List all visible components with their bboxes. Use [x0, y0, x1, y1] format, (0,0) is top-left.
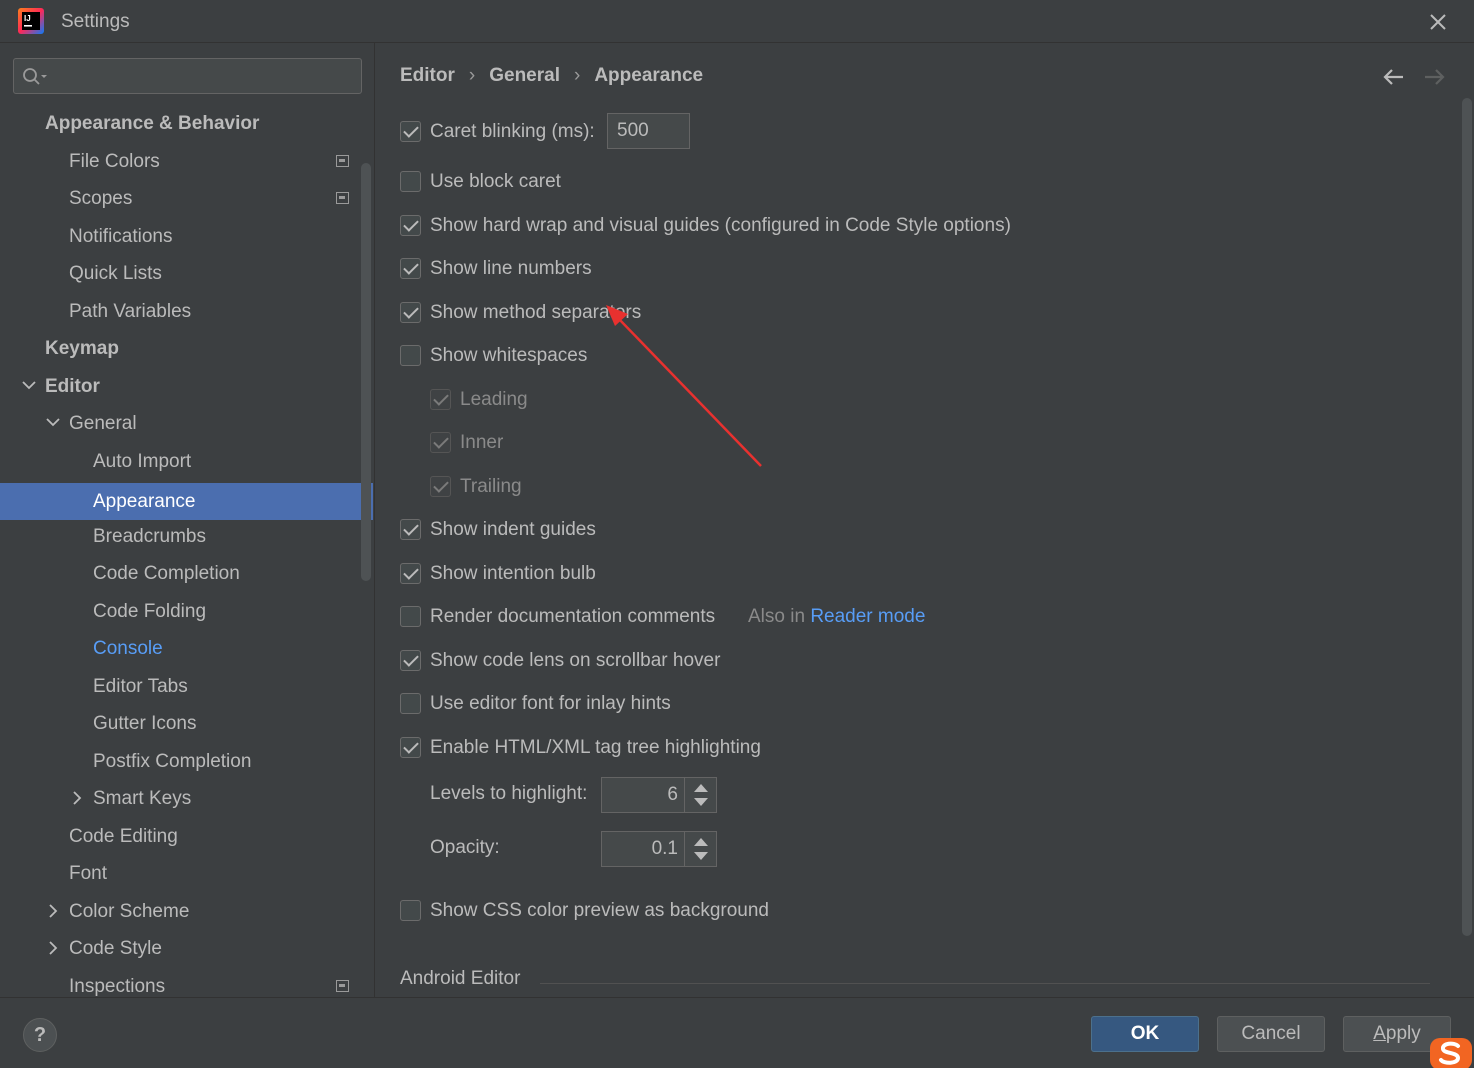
close-icon: [1430, 14, 1446, 30]
cancel-button[interactable]: Cancel: [1217, 1016, 1325, 1052]
ok-button[interactable]: OK: [1091, 1016, 1199, 1052]
code-lens-checkbox[interactable]: [400, 650, 421, 671]
sidebar-item-postfix-completion[interactable]: Postfix Completion: [0, 743, 360, 780]
sidebar-item-auto-import[interactable]: Auto Import: [0, 443, 360, 480]
sidebar-item-code-folding[interactable]: Code Folding: [0, 593, 360, 630]
search-input[interactable]: [54, 63, 354, 89]
levels-spinner-buttons[interactable]: [684, 778, 716, 812]
spinner-up-icon[interactable]: [694, 838, 708, 846]
settings-content: Editor › General › Appearance Caret blinking…: [375, 43, 1474, 997]
line-numbers-checkbox[interactable]: [400, 258, 421, 279]
breadcrumb: Editor › General › Appearance: [400, 65, 703, 93]
project-level-icon: [336, 192, 349, 204]
spinner-down-icon[interactable]: [694, 852, 708, 860]
levels-spinner[interactable]: 6: [601, 777, 717, 813]
settings-search[interactable]: [13, 58, 362, 94]
sidebar-item-appearance[interactable]: Appearance: [0, 483, 373, 520]
back-arrow-icon[interactable]: [1382, 65, 1406, 89]
sidebar-item-gutter-icons[interactable]: Gutter Icons: [0, 705, 360, 742]
spinner-up-icon[interactable]: [694, 784, 708, 792]
forward-arrow-icon[interactable]: [1422, 65, 1446, 89]
sidebar-item-scopes[interactable]: Scopes: [0, 180, 360, 217]
title-bar: IJ Settings: [0, 0, 1474, 43]
help-button[interactable]: ?: [23, 1018, 57, 1052]
project-level-icon: [336, 155, 349, 167]
svg-text:IJ: IJ: [24, 14, 31, 23]
sidebar-scrollbar[interactable]: [361, 163, 371, 581]
sidebar-item-appearance-behavior[interactable]: Appearance & Behavior: [0, 105, 360, 142]
content-scrollbar[interactable]: [1462, 98, 1472, 936]
search-icon: [23, 68, 47, 85]
opacity-value[interactable]: 0.1: [602, 832, 678, 866]
spinner-down-icon[interactable]: [694, 798, 708, 806]
intellij-logo-icon: IJ: [18, 8, 44, 34]
css-preview-checkbox[interactable]: [400, 900, 421, 921]
breadcrumb-separator: ›: [573, 65, 581, 86]
sidebar-item-code-completion[interactable]: Code Completion: [0, 555, 360, 592]
sidebar-item-file-colors[interactable]: File Colors: [0, 143, 360, 180]
close-window-button[interactable]: [1426, 10, 1450, 34]
render-docs-checkbox[interactable]: [400, 606, 421, 627]
breadcrumb-editor[interactable]: Editor: [400, 65, 455, 87]
sidebar-item-general[interactable]: General: [0, 405, 360, 442]
settings-sidebar: Appearance & Behavior File Colors Scopes…: [0, 43, 374, 997]
sidebar-item-code-style[interactable]: Code Style: [0, 930, 360, 967]
trailing-checkbox: [430, 476, 451, 497]
leading-checkbox: [430, 389, 451, 410]
sidebar-item-notifications[interactable]: Notifications: [0, 218, 360, 255]
use-block-caret-checkbox[interactable]: [400, 171, 421, 192]
caret-blinking-checkbox[interactable]: [400, 121, 421, 142]
inner-checkbox: [430, 432, 451, 453]
sidebar-item-console[interactable]: Console: [0, 630, 360, 667]
window-title: Settings: [61, 11, 130, 32]
caret-blinking-input[interactable]: 500: [607, 113, 690, 149]
breadcrumb-general[interactable]: General: [489, 65, 560, 87]
editor-font-inlay-checkbox[interactable]: [400, 693, 421, 714]
opacity-spinner-buttons[interactable]: [684, 832, 716, 866]
sidebar-item-editor-tabs[interactable]: Editor Tabs: [0, 668, 360, 705]
opacity-label: Opacity:: [430, 837, 500, 858]
breadcrumb-separator: ›: [468, 65, 476, 86]
intention-bulb-checkbox[interactable]: [400, 563, 421, 584]
sidebar-item-inspections[interactable]: Inspections: [0, 968, 360, 997]
tag-tree-checkbox[interactable]: [400, 737, 421, 758]
sidebar-item-color-scheme[interactable]: Color Scheme: [0, 893, 360, 930]
sidebar-item-path-variables[interactable]: Path Variables: [0, 293, 360, 330]
levels-label: Levels to highlight:: [430, 783, 588, 804]
chevron-down-icon[interactable]: [45, 405, 61, 442]
chevron-right-icon[interactable]: [45, 930, 61, 967]
sidebar-item-breadcrumbs[interactable]: Breadcrumbs: [0, 518, 360, 555]
indent-guides-checkbox[interactable]: [400, 519, 421, 540]
project-level-icon: [336, 980, 349, 992]
sidebar-item-editor[interactable]: Editor: [0, 368, 360, 405]
levels-value[interactable]: 6: [602, 778, 678, 812]
reader-mode-hint: Also in Reader mode: [748, 606, 926, 627]
hard-wrap-checkbox[interactable]: [400, 215, 421, 236]
chevron-right-icon[interactable]: [45, 893, 61, 930]
sidebar-item-font[interactable]: Font: [0, 855, 360, 892]
reader-mode-link[interactable]: Reader mode: [810, 606, 925, 627]
opacity-spinner[interactable]: 0.1: [601, 831, 717, 867]
sidebar-item-keymap[interactable]: Keymap: [0, 330, 360, 367]
sidebar-item-smart-keys[interactable]: Smart Keys: [0, 780, 360, 817]
dialog-footer: ? OK Cancel Apply: [0, 997, 1474, 1068]
chevron-down-icon[interactable]: [21, 368, 37, 405]
android-editor-section-title: Android Editor: [400, 968, 521, 989]
sogou-ime-icon: [1430, 1038, 1472, 1068]
chevron-right-icon[interactable]: [69, 780, 85, 817]
sidebar-item-quick-lists[interactable]: Quick Lists: [0, 255, 360, 292]
whitespaces-checkbox[interactable]: [400, 345, 421, 366]
method-separators-checkbox[interactable]: [400, 302, 421, 323]
breadcrumb-appearance: Appearance: [594, 65, 704, 86]
sidebar-item-code-editing[interactable]: Code Editing: [0, 818, 360, 855]
section-divider: [540, 983, 1430, 984]
